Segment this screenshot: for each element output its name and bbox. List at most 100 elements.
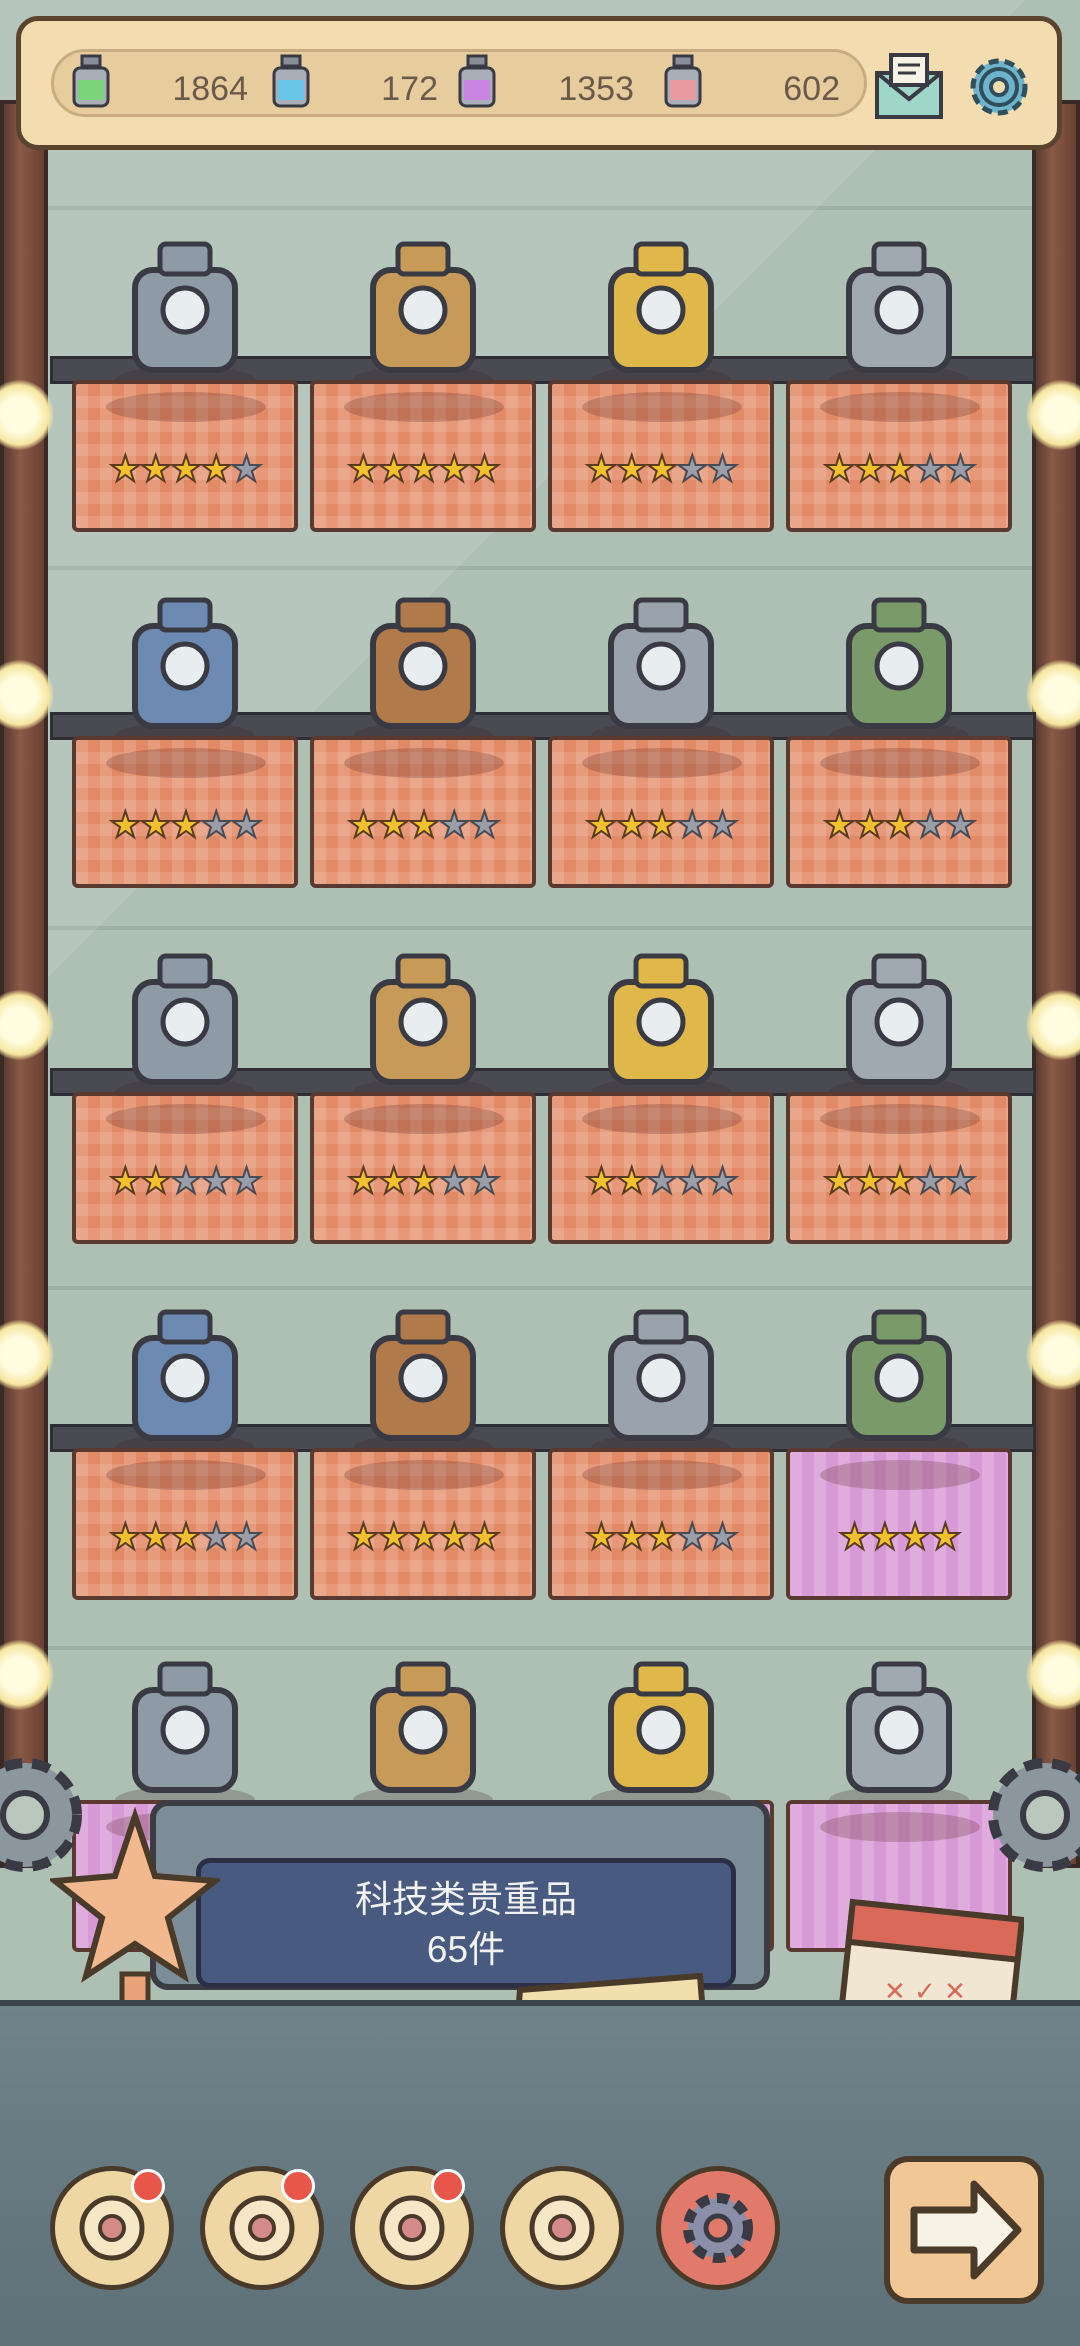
gold-crystal-icon [591, 241, 731, 394]
shelf-slot[interactable]: ★★★★★ [72, 230, 298, 572]
resource-green[interactable]: 1864 [68, 54, 248, 108]
satellite-button[interactable] [350, 2166, 474, 2290]
trophy-cup-button[interactable] [50, 2166, 174, 2290]
star-filled-icon: ★ [407, 803, 441, 846]
star-filled-icon: ★ [822, 803, 856, 846]
shelf-slot[interactable]: ★★★★★ [310, 230, 536, 572]
star-empty-icon: ★ [467, 1159, 501, 1202]
star-empty-icon: ★ [913, 803, 947, 846]
display-cloth: ★★★★★ [548, 1092, 774, 1244]
resource-purple[interactable]: 1353 [454, 54, 634, 108]
star-filled-icon: ★ [377, 803, 411, 846]
star-filled-icon: ★ [108, 447, 142, 490]
quill-button[interactable] [500, 2166, 624, 2290]
star-rating: ★★★★★ [76, 1515, 294, 1558]
star-filled-icon: ★ [467, 1515, 501, 1558]
notification-dot [281, 2169, 315, 2203]
item-shadow [344, 748, 504, 778]
star-empty-icon: ★ [943, 447, 977, 490]
star-rating: ★★★★★ [314, 1515, 532, 1558]
item-shadow [820, 392, 980, 422]
star-empty-icon: ★ [675, 1159, 709, 1202]
category-count: 65件 [426, 1929, 506, 1970]
pink-jar-icon [664, 54, 702, 108]
star-empty-icon: ★ [437, 803, 471, 846]
quill-icon [529, 2195, 595, 2261]
item-shadow [582, 1104, 742, 1134]
star-filled-icon: ★ [139, 1515, 173, 1558]
star-filled-icon: ★ [108, 803, 142, 846]
shelf-slot[interactable]: ★★★★★ [310, 942, 536, 1284]
mechanical-eye-icon [591, 953, 731, 1106]
star-rating: ★★★★ [790, 1515, 1008, 1558]
gear-button[interactable] [656, 2166, 780, 2290]
mail-icon[interactable] [871, 49, 947, 125]
resource-bar: 1864 172 1353 602 [16, 16, 1062, 150]
resource-value: 1353 [558, 70, 634, 108]
star-empty-icon: ★ [229, 1515, 263, 1558]
resource-pink[interactable]: 602 [660, 54, 840, 108]
shelf-slot[interactable]: ★★★★★ [72, 942, 298, 1284]
shelf-slot[interactable]: ★★★★★ [786, 942, 1012, 1284]
star-rating: ★★★★★ [76, 447, 294, 490]
star-filled-icon: ★ [615, 1515, 649, 1558]
resource-blue[interactable]: 172 [268, 54, 438, 108]
star-rating: ★★★★★ [552, 1159, 770, 1202]
category-screen: 科技类贵重品 65件 [196, 1858, 736, 1988]
shelf-slot[interactable]: ★★★★★ [548, 1298, 774, 1640]
golden-tower-icon [829, 1309, 969, 1462]
resource-value: 172 [381, 70, 438, 108]
rubiks-cube-icon [591, 1309, 731, 1462]
mech-suit-icon [829, 241, 969, 394]
shelf-slot[interactable]: ★★★★ [786, 1298, 1012, 1640]
star-empty-icon: ★ [645, 1159, 679, 1202]
display-cloth: ★★★★★ [72, 736, 298, 888]
shelf-slot[interactable]: ★★★★★ [310, 586, 536, 928]
shelf-slot[interactable]: ★★★★★ [548, 942, 774, 1284]
shelf-slot[interactable]: ★★★★★ [72, 1298, 298, 1640]
item-shadow [582, 392, 742, 422]
star-filled-icon: ★ [169, 803, 203, 846]
star-filled-icon: ★ [407, 447, 441, 490]
star-empty-icon: ★ [675, 803, 709, 846]
shelf-slot[interactable]: ★★★★★ [548, 586, 774, 928]
display-cloth: ★★★★★ [548, 1448, 774, 1600]
display-cloth: ★★★★★ [310, 380, 536, 532]
star-filled-icon: ★ [377, 1159, 411, 1202]
lab-apparatus-icon [591, 597, 731, 750]
star-filled-icon: ★ [822, 1159, 856, 1202]
photo-book-icon [353, 953, 493, 1106]
star-empty-icon: ★ [705, 447, 739, 490]
star-empty-icon: ★ [199, 1515, 233, 1558]
blueprint-papers-icon [829, 953, 969, 1106]
star-rating: ★★★★★ [314, 1159, 532, 1202]
shelf-slot[interactable]: ★★★★★ [786, 230, 1012, 572]
shelf-slot[interactable]: ★★★★★ [72, 586, 298, 928]
star-empty-icon: ★ [467, 803, 501, 846]
star-filled-icon: ★ [584, 803, 618, 846]
shelf-slot[interactable]: ★★★★★ [786, 586, 1012, 928]
right-arrow-icon [910, 2180, 1022, 2280]
item-shadow [106, 1104, 266, 1134]
star-filled-icon: ★ [377, 1515, 411, 1558]
star-rating: ★★★★★ [314, 447, 532, 490]
display-cloth: ★★★★★ [786, 380, 1012, 532]
armillary-sphere-icon [115, 1309, 255, 1462]
shelf-slot[interactable]: ★★★★★ [548, 230, 774, 572]
star-filled-icon: ★ [898, 1515, 932, 1558]
star-filled-icon: ★ [407, 1159, 441, 1202]
display-cloth: ★★★★★ [310, 736, 536, 888]
ringed-planet-device-icon [115, 953, 255, 1106]
blue-jar-icon [272, 54, 310, 108]
star-filled-icon: ★ [139, 447, 173, 490]
item-shadow [344, 392, 504, 422]
rose-button[interactable] [200, 2166, 324, 2290]
shelf-slot[interactable]: ★★★★★ [310, 1298, 536, 1640]
resource-track: 1864 172 1353 602 [51, 49, 867, 117]
star-filled-icon: ★ [346, 803, 380, 846]
star-empty-icon: ★ [437, 1159, 471, 1202]
settings-gear-icon[interactable] [961, 49, 1037, 125]
star-filled-icon: ★ [868, 1515, 902, 1558]
star-rating: ★★★★★ [552, 447, 770, 490]
next-arrow-button[interactable] [884, 2156, 1044, 2304]
